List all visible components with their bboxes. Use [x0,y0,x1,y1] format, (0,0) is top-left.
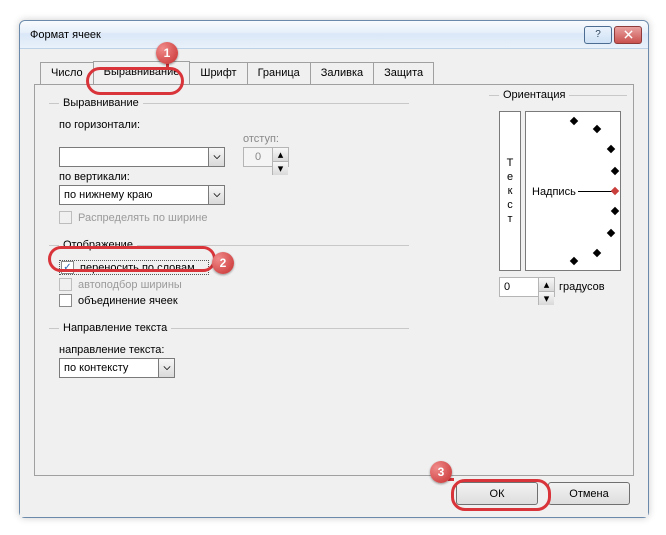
dialog-body: Число Выравнивание Шрифт Граница Заливка… [20,49,648,517]
spinner-up-icon: ▴ [272,148,288,162]
close-button[interactable] [614,26,642,44]
tab-font[interactable]: Шрифт [189,62,247,85]
chevron-down-icon [208,148,224,166]
spinner-down-icon: ▾ [538,292,554,305]
vertical-combo[interactable]: по нижнему краю [59,185,225,205]
tab-alignment[interactable]: Выравнивание [93,61,191,84]
chevron-down-icon [158,359,174,377]
textdir-group-label: Направление текста [59,322,171,334]
alignment-panel: Выравнивание по горизонтали: отступ: 0 ▴… [34,84,634,476]
display-group-label: Отображение [59,239,137,251]
alignment-group: Выравнивание по горизонтали: отступ: 0 ▴… [49,97,409,231]
spinner-down-icon: ▾ [272,162,288,175]
alignment-group-label: Выравнивание [59,97,143,109]
close-icon [624,30,633,39]
textdir-group: Направление текста направление текста: п… [49,322,409,382]
degrees-spinner[interactable]: 0 ▴▾ [499,277,555,297]
tab-number[interactable]: Число [40,62,94,85]
format-cells-dialog: Формат ячеек ? Число Выравнивание Шрифт … [19,20,649,518]
tabstrip: Число Выравнивание Шрифт Граница Заливка… [40,61,634,84]
textdir-combo[interactable]: по контексту [59,358,175,378]
orientation-group: Ориентация Текст Надпись [489,89,627,301]
textdir-label: направление текста: [59,344,403,356]
help-button[interactable]: ? [584,26,612,44]
tab-border[interactable]: Граница [247,62,311,85]
cancel-button[interactable]: Отмена [548,482,630,505]
ok-button[interactable]: ОК [456,482,538,505]
window-title: Формат ячеек [30,29,582,41]
horizontal-label: по горизонтали: [59,119,403,131]
tab-protection[interactable]: Защита [373,62,434,85]
chevron-down-icon [208,186,224,204]
orientation-vertical-text[interactable]: Текст [499,111,521,271]
spinner-up-icon: ▴ [538,278,554,292]
vertical-label: по вертикали: [59,171,403,183]
shrink-to-fit-checkbox: автоподбор ширины [59,278,403,291]
indent-spinner[interactable]: 0 ▴▾ [243,147,289,167]
titlebar[interactable]: Формат ячеек ? [20,21,648,49]
orientation-dial[interactable]: Надпись [525,111,621,271]
distribute-checkbox: Распределять по ширине [59,211,403,224]
dialog-buttons: ОК Отмена [456,482,630,505]
indent-label: отступ: [243,133,289,145]
degrees-label: градусов [559,281,605,293]
wrap-text-checkbox[interactable]: переносить по словам [59,260,209,275]
tab-fill[interactable]: Заливка [310,62,374,85]
horizontal-combo[interactable] [59,147,225,167]
merge-cells-checkbox[interactable]: объединение ячеек [59,294,403,307]
orientation-group-label: Ориентация [499,89,569,101]
display-group: Отображение переносить по словам автопод… [49,239,409,314]
